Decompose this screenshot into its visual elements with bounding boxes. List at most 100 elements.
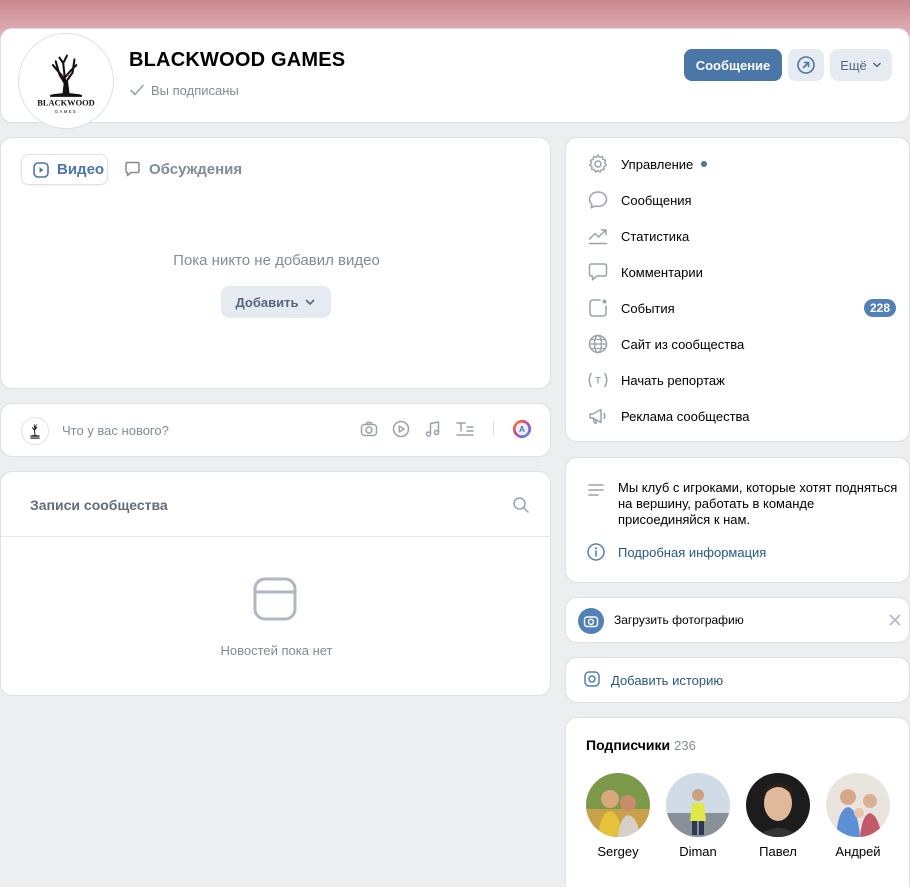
subscriber-item[interactable]: Андрей bbox=[818, 773, 898, 859]
posts-title[interactable]: Записи сообщества bbox=[30, 497, 168, 513]
menu-item-stats[interactable]: Статистика bbox=[586, 224, 896, 248]
gear-icon bbox=[586, 152, 610, 176]
upload-photo-banner[interactable]: Загрузить фотографию bbox=[565, 597, 910, 643]
avatar bbox=[586, 773, 650, 837]
menu-item-label: Статистика bbox=[621, 228, 690, 244]
add-story-card[interactable]: Добавить историю bbox=[565, 657, 910, 703]
avatar bbox=[666, 773, 730, 837]
events-counter-badge: 228 bbox=[863, 299, 896, 317]
subscription-status[interactable]: Вы подписаны bbox=[129, 82, 239, 98]
empty-video-text: Пока никто не добавил видео bbox=[173, 252, 380, 269]
menu-item-label: Начать репортаж bbox=[621, 372, 725, 388]
community-header: BLACKWOOD GAMES BLACKWOOD GAMES Вы подпи… bbox=[0, 28, 910, 128]
more-button-label: Ещё bbox=[840, 57, 867, 73]
share-button[interactable] bbox=[788, 49, 824, 81]
comment-icon bbox=[586, 260, 610, 284]
add-video-button[interactable]: Добавить bbox=[221, 286, 331, 318]
globe-icon bbox=[586, 332, 610, 356]
menu-item-comments[interactable]: Комментарии bbox=[586, 260, 896, 284]
page-title: BLACKWOOD GAMES bbox=[129, 49, 346, 71]
add-video-button-label: Добавить bbox=[235, 294, 299, 310]
music-icon[interactable] bbox=[423, 419, 443, 439]
description-icon bbox=[586, 480, 606, 505]
subscriber-item[interactable]: Diman bbox=[658, 773, 738, 859]
menu-item-events[interactable]: События 228 bbox=[586, 296, 896, 320]
subscribers-section: Подписчики 236 Sergey Diman Павел Андрей bbox=[565, 717, 910, 887]
subscribers-title-label: Подписчики bbox=[586, 737, 671, 753]
video-icon bbox=[33, 161, 49, 178]
camera-icon[interactable] bbox=[359, 419, 379, 439]
actions-divider bbox=[493, 422, 494, 436]
svg-text:T: T bbox=[595, 376, 601, 386]
author-avatar-icon[interactable]: A bbox=[512, 419, 532, 439]
megaphone-icon bbox=[586, 404, 610, 428]
menu-item-label: Сообщения bbox=[621, 192, 692, 208]
subscriber-name: Павел bbox=[759, 844, 797, 859]
chat-icon bbox=[586, 188, 610, 212]
community-posts: Записи сообщества Новостей пока нет bbox=[0, 471, 551, 696]
empty-feed-icon bbox=[253, 577, 297, 626]
video-section: Видео Обсуждения Пока никто не добавил в… bbox=[0, 137, 551, 389]
subscriber-name: Андрей bbox=[835, 844, 881, 859]
menu-item-manage[interactable]: Управление bbox=[586, 152, 896, 176]
menu-item-label: Комментарии bbox=[621, 264, 703, 280]
more-button[interactable]: Ещё bbox=[830, 49, 892, 81]
subscription-status-label: Вы подписаны bbox=[151, 82, 239, 98]
info-icon bbox=[586, 542, 606, 567]
event-icon bbox=[586, 296, 610, 320]
menu-item-label: Сайт из сообщества bbox=[621, 336, 745, 352]
chevron-down-icon bbox=[306, 299, 315, 305]
search-icon[interactable] bbox=[512, 496, 530, 519]
blackwood-logo-small bbox=[22, 418, 48, 444]
about-section: Мы клуб с игроками, которые хотят поднят… bbox=[565, 457, 910, 583]
subscriber-item[interactable]: Павел bbox=[738, 773, 818, 859]
close-icon[interactable] bbox=[887, 612, 903, 633]
more-info-link[interactable]: Подробная информация bbox=[618, 545, 766, 560]
check-icon bbox=[130, 84, 144, 96]
post-composer: Что у вас нового? A bbox=[0, 403, 551, 457]
tab-discussions[interactable]: Обсуждения bbox=[123, 154, 242, 185]
community-description: Мы клуб с игроками, которые хотят поднят… bbox=[618, 480, 898, 527]
camera-icon bbox=[578, 608, 604, 634]
divider bbox=[1, 536, 550, 537]
admin-menu: Управление Сообщения Статистика Коммента… bbox=[565, 137, 910, 442]
composer-input[interactable]: Что у вас нового? bbox=[62, 423, 169, 438]
notification-dot bbox=[701, 161, 708, 167]
avatar bbox=[826, 773, 890, 837]
svg-text:A: A bbox=[519, 425, 525, 434]
discussion-icon bbox=[125, 161, 140, 177]
upload-photo-label: Загрузить фотографию bbox=[614, 613, 744, 627]
tab-discussions-label: Обсуждения bbox=[149, 161, 243, 178]
article-icon[interactable] bbox=[455, 419, 475, 439]
add-story-label: Добавить историю bbox=[611, 673, 724, 688]
share-arrow-icon bbox=[797, 56, 815, 74]
subscriber-name: Sergey bbox=[597, 844, 639, 859]
menu-item-broadcast[interactable]: T Начать репортаж bbox=[586, 368, 896, 392]
menu-item-label: События bbox=[621, 300, 675, 316]
empty-feed-text: Новостей пока нет bbox=[220, 643, 333, 658]
tab-video[interactable]: Видео bbox=[21, 154, 108, 185]
logo-text: BLACKWOOD bbox=[37, 97, 94, 107]
menu-item-label: Реклама сообщества bbox=[621, 408, 750, 424]
subscriber-item[interactable]: Sergey bbox=[578, 773, 658, 859]
subscriber-name: Diman bbox=[679, 844, 717, 859]
story-icon bbox=[583, 670, 601, 693]
subscribers-title[interactable]: Подписчики 236 bbox=[586, 737, 696, 753]
broadcast-icon: T bbox=[586, 368, 610, 392]
menu-item-label: Управление bbox=[621, 156, 694, 172]
message-button[interactable]: Сообщение bbox=[684, 49, 782, 81]
avatar bbox=[746, 773, 810, 837]
menu-item-messages[interactable]: Сообщения bbox=[586, 188, 896, 212]
tab-video-label: Видео bbox=[57, 161, 105, 178]
blackwood-logo: BLACKWOOD GAMES bbox=[22, 37, 110, 125]
community-avatar[interactable]: BLACKWOOD GAMES bbox=[19, 34, 113, 128]
chevron-down-icon bbox=[873, 62, 881, 68]
menu-item-site[interactable]: Сайт из сообщества bbox=[586, 332, 896, 356]
subscribers-count: 236 bbox=[674, 738, 696, 753]
composer-avatar bbox=[21, 417, 49, 445]
logo-subtext: GAMES bbox=[55, 109, 77, 114]
stats-icon bbox=[586, 224, 610, 248]
menu-item-ads[interactable]: Реклама сообщества bbox=[586, 404, 896, 428]
video-play-icon[interactable] bbox=[391, 419, 411, 439]
composer-actions: A bbox=[359, 419, 532, 439]
